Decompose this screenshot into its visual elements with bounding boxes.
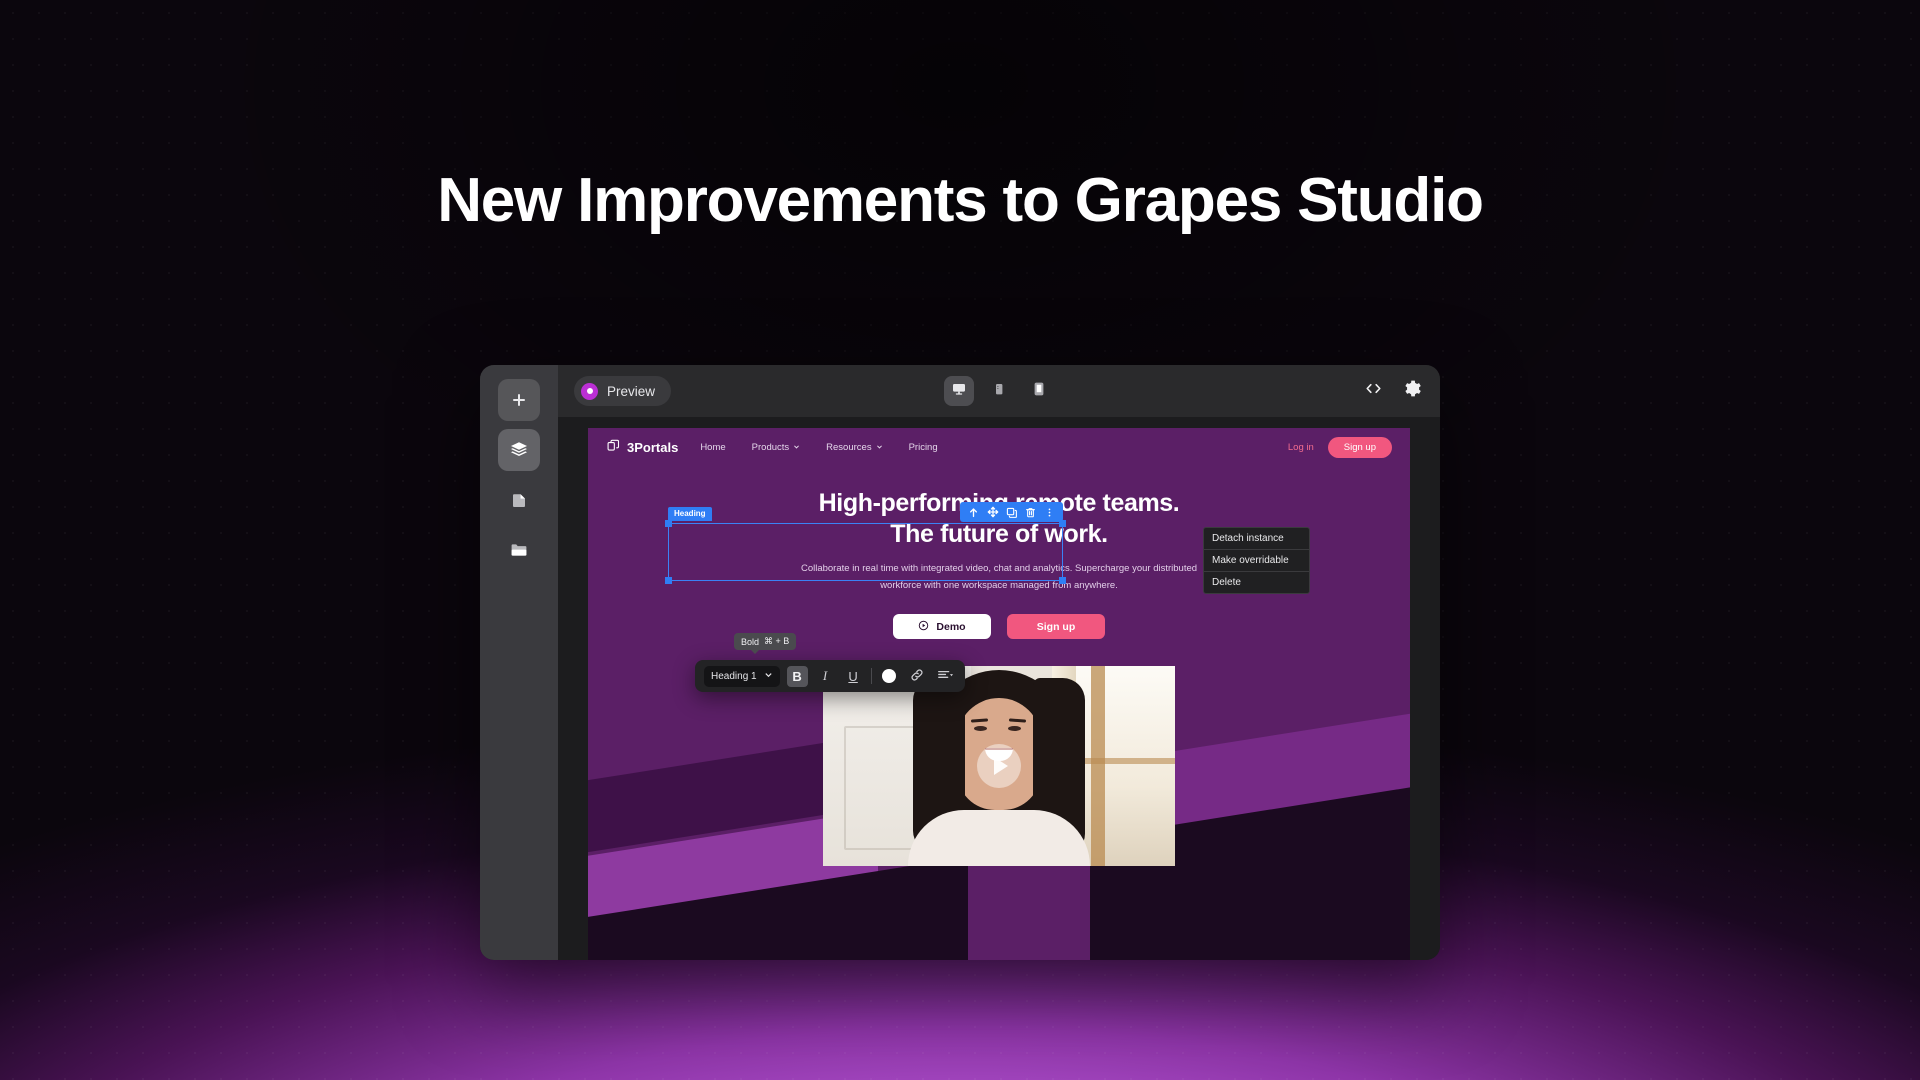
website-preview: 3Portals Home Products Resources Pricing…	[588, 428, 1410, 960]
link-icon	[910, 668, 924, 685]
nav-label: Pricing	[908, 441, 938, 453]
login-link[interactable]: Log in	[1288, 442, 1314, 453]
bold-tooltip: Bold ⌘ + B	[734, 633, 797, 654]
signup-label: Sign up	[1036, 620, 1076, 633]
logo-icon	[606, 438, 621, 456]
code-icon[interactable]	[1364, 379, 1383, 403]
trash-icon[interactable]	[1022, 504, 1039, 521]
device-tablet[interactable]	[1024, 376, 1054, 406]
selection-toolbar	[960, 502, 1063, 522]
sidebar-item-layers[interactable]	[498, 429, 540, 471]
underline-button[interactable]: U	[843, 666, 864, 687]
mobile-icon	[992, 382, 1006, 401]
context-menu-item-make-overridable[interactable]: Make overridable	[1204, 550, 1309, 572]
brand-name: 3Portals	[627, 439, 679, 455]
nav-label: Home	[700, 441, 726, 453]
video-bg-window	[1069, 666, 1175, 867]
record-dot-icon	[581, 382, 598, 400]
color-swatch-icon	[882, 669, 897, 683]
hero-signup-button[interactable]: Sign up	[1007, 614, 1105, 640]
move-icon[interactable]	[984, 504, 1001, 521]
device-mobile[interactable]	[984, 376, 1014, 406]
desktop-icon	[951, 381, 967, 402]
device-switcher	[944, 376, 1054, 406]
selection-box[interactable]: Heading	[665, 502, 1066, 584]
preview-label: Preview	[607, 383, 656, 399]
nav-label: Resources	[826, 441, 872, 453]
chevron-down-icon	[876, 442, 883, 453]
context-menu-item-detach[interactable]: Detach instance	[1204, 528, 1309, 550]
folder-icon	[509, 540, 529, 560]
arrow-up-icon[interactable]	[965, 504, 982, 521]
editor-topbar: Preview	[558, 365, 1440, 417]
page-icon	[510, 491, 529, 510]
copy-icon[interactable]	[1003, 504, 1020, 521]
video-bg-frame	[1090, 666, 1105, 867]
sidebar-item-assets[interactable]	[498, 529, 540, 571]
bold-button[interactable]: B	[786, 665, 808, 687]
tablet-icon	[1031, 381, 1047, 402]
play-button-icon[interactable]	[977, 744, 1021, 789]
editor-topbar-actions	[1364, 378, 1422, 404]
site-navbar-actions: Log in Sign up	[1288, 436, 1392, 458]
tooltip-label: Bold	[741, 636, 760, 647]
video-subject-body	[908, 810, 1090, 867]
nav-link-pricing[interactable]: Pricing	[909, 442, 938, 453]
resize-handle[interactable]	[665, 577, 672, 584]
plus-icon	[510, 391, 528, 409]
gear-icon[interactable]	[1401, 378, 1422, 404]
align-button[interactable]	[935, 666, 956, 687]
kebab-menu-icon[interactable]	[1041, 504, 1058, 521]
decor-band	[1170, 704, 1410, 842]
context-menu-item-delete[interactable]: Delete	[1204, 572, 1309, 593]
demo-button[interactable]: Demo	[893, 614, 991, 640]
site-navbar: 3Portals Home Products Resources Pricing…	[588, 428, 1410, 466]
decor-band	[588, 856, 968, 960]
bold-glyph: B	[792, 668, 802, 684]
nav-link-home[interactable]: Home	[700, 442, 725, 453]
editor-left-rail	[480, 365, 558, 960]
italic-button[interactable]: I	[815, 666, 836, 687]
resize-handle[interactable]	[1059, 577, 1066, 584]
chevron-down-icon	[793, 442, 800, 453]
sidebar-item-add[interactable]	[498, 379, 540, 421]
rich-text-toolbar: Heading 1 B I U	[695, 660, 965, 692]
editor-canvas: 3Portals Home Products Resources Pricing…	[558, 417, 1440, 960]
hero-video-thumbnail[interactable]	[823, 666, 1175, 867]
preview-button[interactable]: Preview	[574, 376, 672, 406]
block-type-label: Heading 1	[711, 670, 757, 682]
demo-label: Demo	[936, 620, 966, 633]
resize-handle[interactable]	[665, 520, 672, 527]
text-color-button[interactable]	[879, 666, 900, 687]
nav-label: Products	[751, 441, 790, 453]
page-title: New Improvements to Grapes Studio	[437, 166, 1484, 235]
align-left-icon	[937, 668, 954, 685]
block-type-select[interactable]: Heading 1	[704, 665, 780, 687]
context-menu: Detach instance Make overridable Delete	[1203, 527, 1310, 594]
nav-link-products[interactable]: Products	[752, 442, 801, 453]
brand-logo[interactable]: 3Portals	[606, 438, 678, 456]
page-root: New Improvements to Grapes Studio Previe…	[0, 0, 1920, 1080]
underline-glyph: U	[848, 668, 858, 684]
layers-icon	[509, 440, 529, 460]
device-desktop[interactable]	[944, 376, 974, 406]
sidebar-item-pages[interactable]	[498, 479, 540, 521]
play-circle-icon	[918, 620, 929, 634]
editor-main: Preview 3Portals Home Products Resources…	[558, 365, 1440, 960]
chevron-down-icon	[764, 670, 773, 682]
italic-glyph: I	[822, 668, 828, 683]
nav-link-resources[interactable]: Resources	[826, 442, 882, 453]
toolbar-divider	[870, 668, 872, 684]
hero-cta-group: Demo Sign up	[588, 614, 1410, 640]
signup-button[interactable]: Sign up	[1327, 436, 1392, 458]
link-button[interactable]	[907, 666, 928, 687]
selection-badge: Heading	[668, 507, 712, 522]
tooltip-shortcut: ⌘ + B	[764, 636, 790, 646]
video-bg-frame	[1069, 758, 1175, 765]
